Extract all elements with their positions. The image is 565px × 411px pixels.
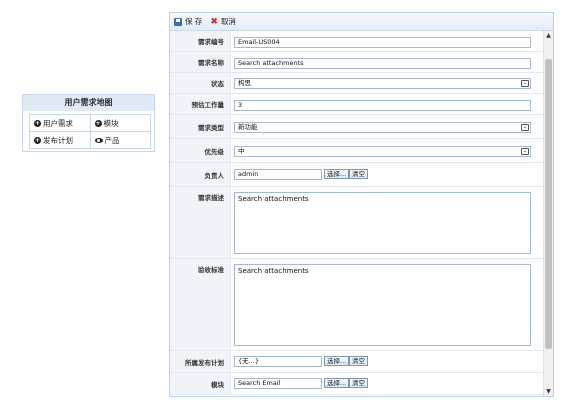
story-map-title: 用户需求地图	[23, 95, 154, 111]
map-item-label: 模块	[103, 118, 119, 128]
req-no-label: 需求编号	[170, 31, 231, 51]
module-clear-button[interactable]: 清空	[349, 378, 368, 388]
chevron-down-icon: ⌄	[521, 124, 529, 131]
description-label: 需求描述	[170, 187, 231, 258]
req-name-input[interactable]: Search attachments	[234, 58, 531, 69]
module-input[interactable]: Search Email	[234, 378, 322, 389]
save-button[interactable]: 保 存	[174, 16, 202, 27]
estimate-input[interactable]: 3	[234, 100, 531, 111]
map-item-user-story[interactable]: + 用户需求	[30, 115, 91, 132]
row-req-no: 需求编号 Email-US004	[170, 31, 545, 52]
description-textarea[interactable]: Search attachments	[234, 192, 531, 254]
release-select-button[interactable]: 选择...	[324, 356, 350, 366]
estimate-label: 预估工作量	[170, 94, 231, 114]
row-req-name: 需求名称 Search attachments	[170, 52, 545, 73]
close-icon: ✖	[210, 16, 218, 27]
scroll-up-icon[interactable]: ▲	[544, 31, 553, 40]
map-item-label: 发布计划	[43, 135, 73, 145]
map-item-label: 产品	[104, 135, 120, 145]
story-map-panel: 用户需求地图 + 用户需求 + 模块 + 发布计划 产品	[22, 94, 155, 152]
owner-clear-button[interactable]: 清空	[349, 169, 368, 179]
type-select[interactable]: 新功能 ⌄	[234, 122, 531, 133]
map-item-release[interactable]: + 发布计划	[30, 132, 91, 149]
scrollbar-thumb[interactable]	[545, 59, 552, 349]
type-value: 新功能	[238, 123, 258, 131]
save-icon	[174, 17, 182, 26]
row-module: 模块 Search Email 选择... 清空	[170, 373, 545, 395]
req-name-label: 需求名称	[170, 52, 231, 72]
acceptance-label: 验收标准	[170, 259, 231, 350]
map-item-product[interactable]: 产品	[90, 132, 151, 149]
status-value: 构思	[238, 79, 251, 87]
req-no-input[interactable]: Email-US004	[234, 37, 531, 48]
form-body: 需求编号 Email-US004 需求名称 Search attachments…	[170, 31, 545, 396]
toolbar: 保 存 ✖ 取消	[170, 13, 553, 31]
row-release: 所属发布计划 {无...} 选择... 清空	[170, 351, 545, 373]
release-clear-button[interactable]: 清空	[349, 356, 368, 366]
plus-circle-icon: +	[34, 119, 41, 127]
owner-select-button[interactable]: 选择...	[324, 169, 350, 179]
owner-input[interactable]: admin	[234, 169, 322, 180]
cancel-label: 取消	[220, 17, 236, 26]
type-label: 需求类型	[170, 115, 231, 138]
row-owner: 负责人 admin 选择... 清空	[170, 163, 545, 187]
row-description: 需求描述 Search attachments	[170, 187, 545, 259]
chevron-down-icon: ⌄	[521, 148, 529, 155]
module-select-button[interactable]: 选择...	[324, 378, 350, 388]
row-priority: 优先级 中 ⌄	[170, 139, 545, 163]
owner-label: 负责人	[170, 163, 231, 186]
status-select[interactable]: 构思 ⌄	[234, 78, 531, 89]
eye-icon	[94, 137, 103, 143]
row-estimate: 预估工作量 3	[170, 94, 545, 115]
plus-circle-icon: +	[94, 119, 102, 127]
row-status: 状态 构思 ⌄	[170, 73, 545, 94]
scroll-down-icon[interactable]: ▼	[544, 387, 553, 396]
row-type: 需求类型 新功能 ⌄	[170, 115, 545, 139]
release-input[interactable]: {无...}	[234, 356, 322, 367]
map-item-module[interactable]: + 模块	[90, 115, 151, 132]
story-map-grid: + 用户需求 + 模块 + 发布计划 产品	[29, 114, 151, 149]
priority-label: 优先级	[170, 139, 231, 162]
row-acceptance: 验收标准 Search attachments	[170, 259, 545, 351]
cancel-button[interactable]: ✖ 取消	[210, 16, 236, 27]
map-item-label: 用户需求	[43, 118, 73, 128]
module-label: 模块	[170, 373, 231, 394]
release-label: 所属发布计划	[170, 351, 231, 372]
plus-circle-icon: +	[34, 136, 41, 144]
save-label: 保 存	[185, 17, 203, 26]
priority-select[interactable]: 中 ⌄	[234, 146, 531, 157]
chevron-down-icon: ⌄	[521, 80, 529, 87]
vertical-scrollbar[interactable]: ▲ ▼	[543, 31, 553, 396]
acceptance-textarea[interactable]: Search attachments	[234, 264, 531, 346]
priority-value: 中	[238, 147, 245, 155]
story-edit-panel: 保 存 ✖ 取消 需求编号 Email-US004 需求名称 Search at…	[169, 12, 554, 397]
status-label: 状态	[170, 73, 231, 93]
